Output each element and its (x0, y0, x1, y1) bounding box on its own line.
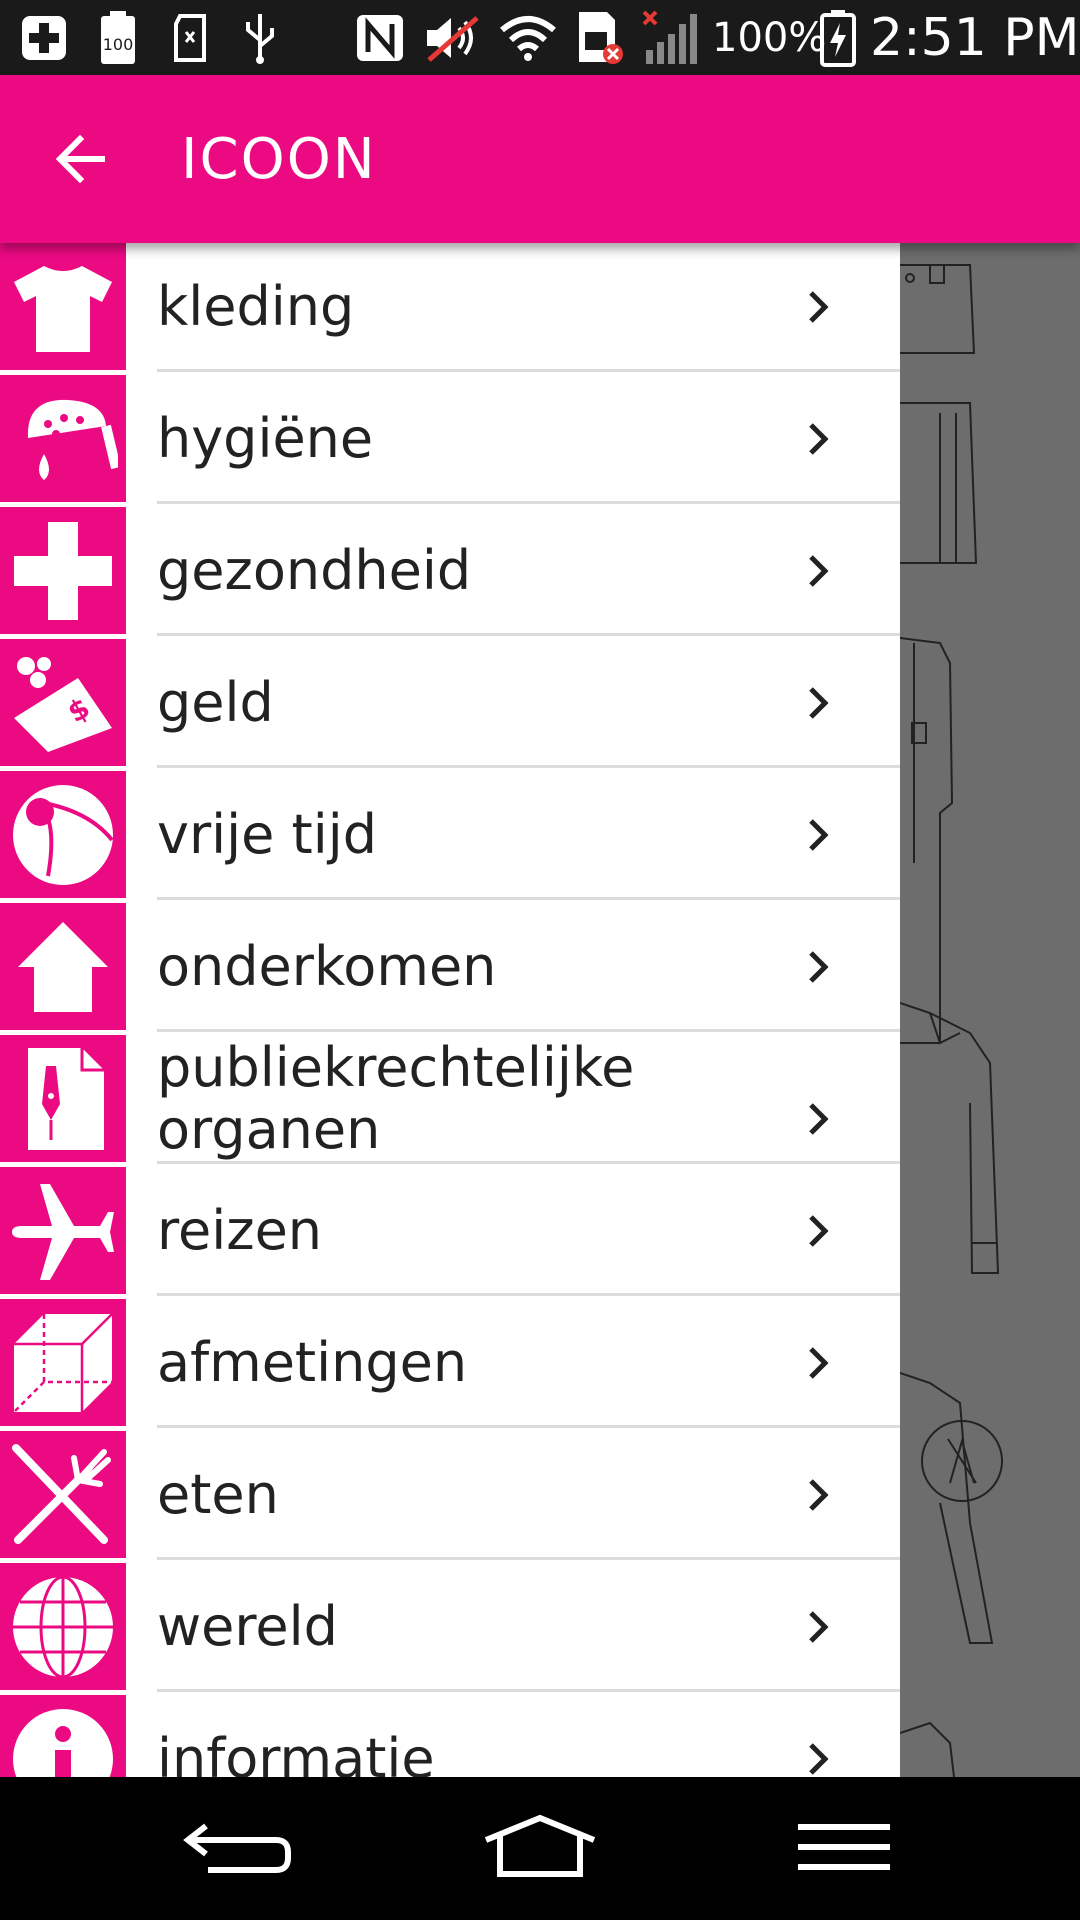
cube-icon (0, 1299, 126, 1426)
beach-ball-icon (0, 771, 126, 898)
battery-charging-icon (818, 10, 858, 67)
menu-item-label: hygiëne (157, 406, 374, 470)
menu-item-label: vrije tijd (157, 802, 378, 866)
menu-item-eten[interactable]: eten (0, 1431, 900, 1563)
sd-card-icon (170, 12, 210, 64)
chevron-right-icon (796, 507, 840, 634)
chevron-right-icon (796, 1695, 840, 1777)
fork-knife-icon (0, 1431, 126, 1558)
chevron-right-icon (796, 771, 840, 898)
house-icon (0, 903, 126, 1030)
airplane-icon (0, 1167, 126, 1294)
battery-percent: 100% (712, 14, 827, 61)
chevron-right-icon (796, 1299, 840, 1426)
background-content (900, 243, 1080, 1777)
menu-item-vrije-tijd[interactable]: vrije tijd (0, 771, 900, 903)
menu-item-onderkomen[interactable]: onderkomen (0, 903, 900, 1035)
divider (157, 765, 900, 768)
money-icon: $ (0, 639, 126, 766)
menu-item-label: eten (157, 1462, 279, 1526)
medical-cross-icon (0, 507, 126, 634)
menu-item-geld[interactable]: $ geld (0, 639, 900, 771)
clothing-illustrations (900, 264, 1003, 1777)
usb-icon (238, 12, 282, 64)
battery-100-icon: 100 (96, 11, 140, 64)
divider (157, 897, 900, 900)
wifi-icon (496, 12, 560, 64)
clock: 2:51 PM (870, 7, 1080, 68)
system-navigation-bar (0, 1777, 1080, 1920)
chevron-right-icon (796, 375, 840, 502)
no-signal-icon (640, 10, 704, 64)
menu-icon (798, 1824, 890, 1870)
arrow-left-icon (55, 134, 105, 184)
chevron-right-icon (796, 1563, 840, 1690)
menu-item-label: onderkomen (157, 934, 497, 998)
app-bar: ICOON (0, 75, 1080, 243)
divider (157, 1689, 900, 1692)
menu-item-label: publiekrechtelijke organen (157, 1035, 635, 1161)
shower-icon (0, 375, 126, 502)
menu-item-label: kleding (157, 274, 355, 338)
mute-icon (422, 12, 484, 64)
menu-item-wereld[interactable]: wereld (0, 1563, 900, 1695)
menu-item-kleding[interactable]: kleding (0, 243, 900, 375)
page-title: ICOON (181, 126, 377, 192)
document-pen-icon (0, 1035, 126, 1162)
chevron-right-icon (796, 1167, 840, 1294)
svg-text:100: 100 (103, 35, 134, 54)
divider (157, 633, 900, 636)
divider (157, 501, 900, 504)
divider (157, 1425, 900, 1428)
menu-item-hygiene[interactable]: hygiëne (0, 375, 900, 507)
nav-menu-button[interactable] (774, 1797, 914, 1897)
navigation-drawer: kleding hygiëne gezondheid $ geld vrije … (0, 243, 900, 1777)
menu-item-reizen[interactable]: reizen (0, 1167, 900, 1299)
menu-item-label: gezondheid (157, 538, 472, 602)
menu-item-label: reizen (157, 1198, 323, 1262)
nav-home-button[interactable] (470, 1797, 610, 1897)
menu-item-label: informatie (157, 1726, 435, 1777)
menu-item-label: afmetingen (157, 1330, 468, 1394)
menu-item-informatie[interactable]: informatie (0, 1695, 900, 1777)
back-button[interactable] (30, 109, 130, 209)
status-bar: 100 100% 2:51 PM (0, 0, 1080, 75)
menu-item-publiekrechtelijke-organen[interactable]: publiekrechtelijke organen (0, 1035, 900, 1167)
divider (157, 1029, 900, 1032)
chevron-right-icon (796, 243, 840, 370)
menu-item-afmetingen[interactable]: afmetingen (0, 1299, 900, 1431)
t-shirt-icon (0, 243, 126, 370)
globe-icon (0, 1563, 126, 1690)
nav-back-button[interactable] (168, 1797, 308, 1897)
add-icon (14, 12, 74, 64)
divider (157, 1161, 900, 1164)
home-icon (484, 1814, 596, 1877)
nfc-icon (352, 12, 408, 64)
info-icon (0, 1695, 126, 1777)
chevron-right-icon (796, 639, 840, 766)
divider (157, 369, 900, 372)
sim-error-icon (574, 12, 626, 64)
divider (157, 1293, 900, 1296)
menu-item-label: wereld (157, 1594, 338, 1658)
chevron-right-icon (796, 1431, 840, 1558)
divider (157, 1557, 900, 1560)
menu-item-label: geld (157, 670, 274, 734)
chevron-right-icon (796, 903, 840, 1030)
back-icon (183, 1823, 291, 1873)
menu-item-gezondheid[interactable]: gezondheid (0, 507, 900, 639)
